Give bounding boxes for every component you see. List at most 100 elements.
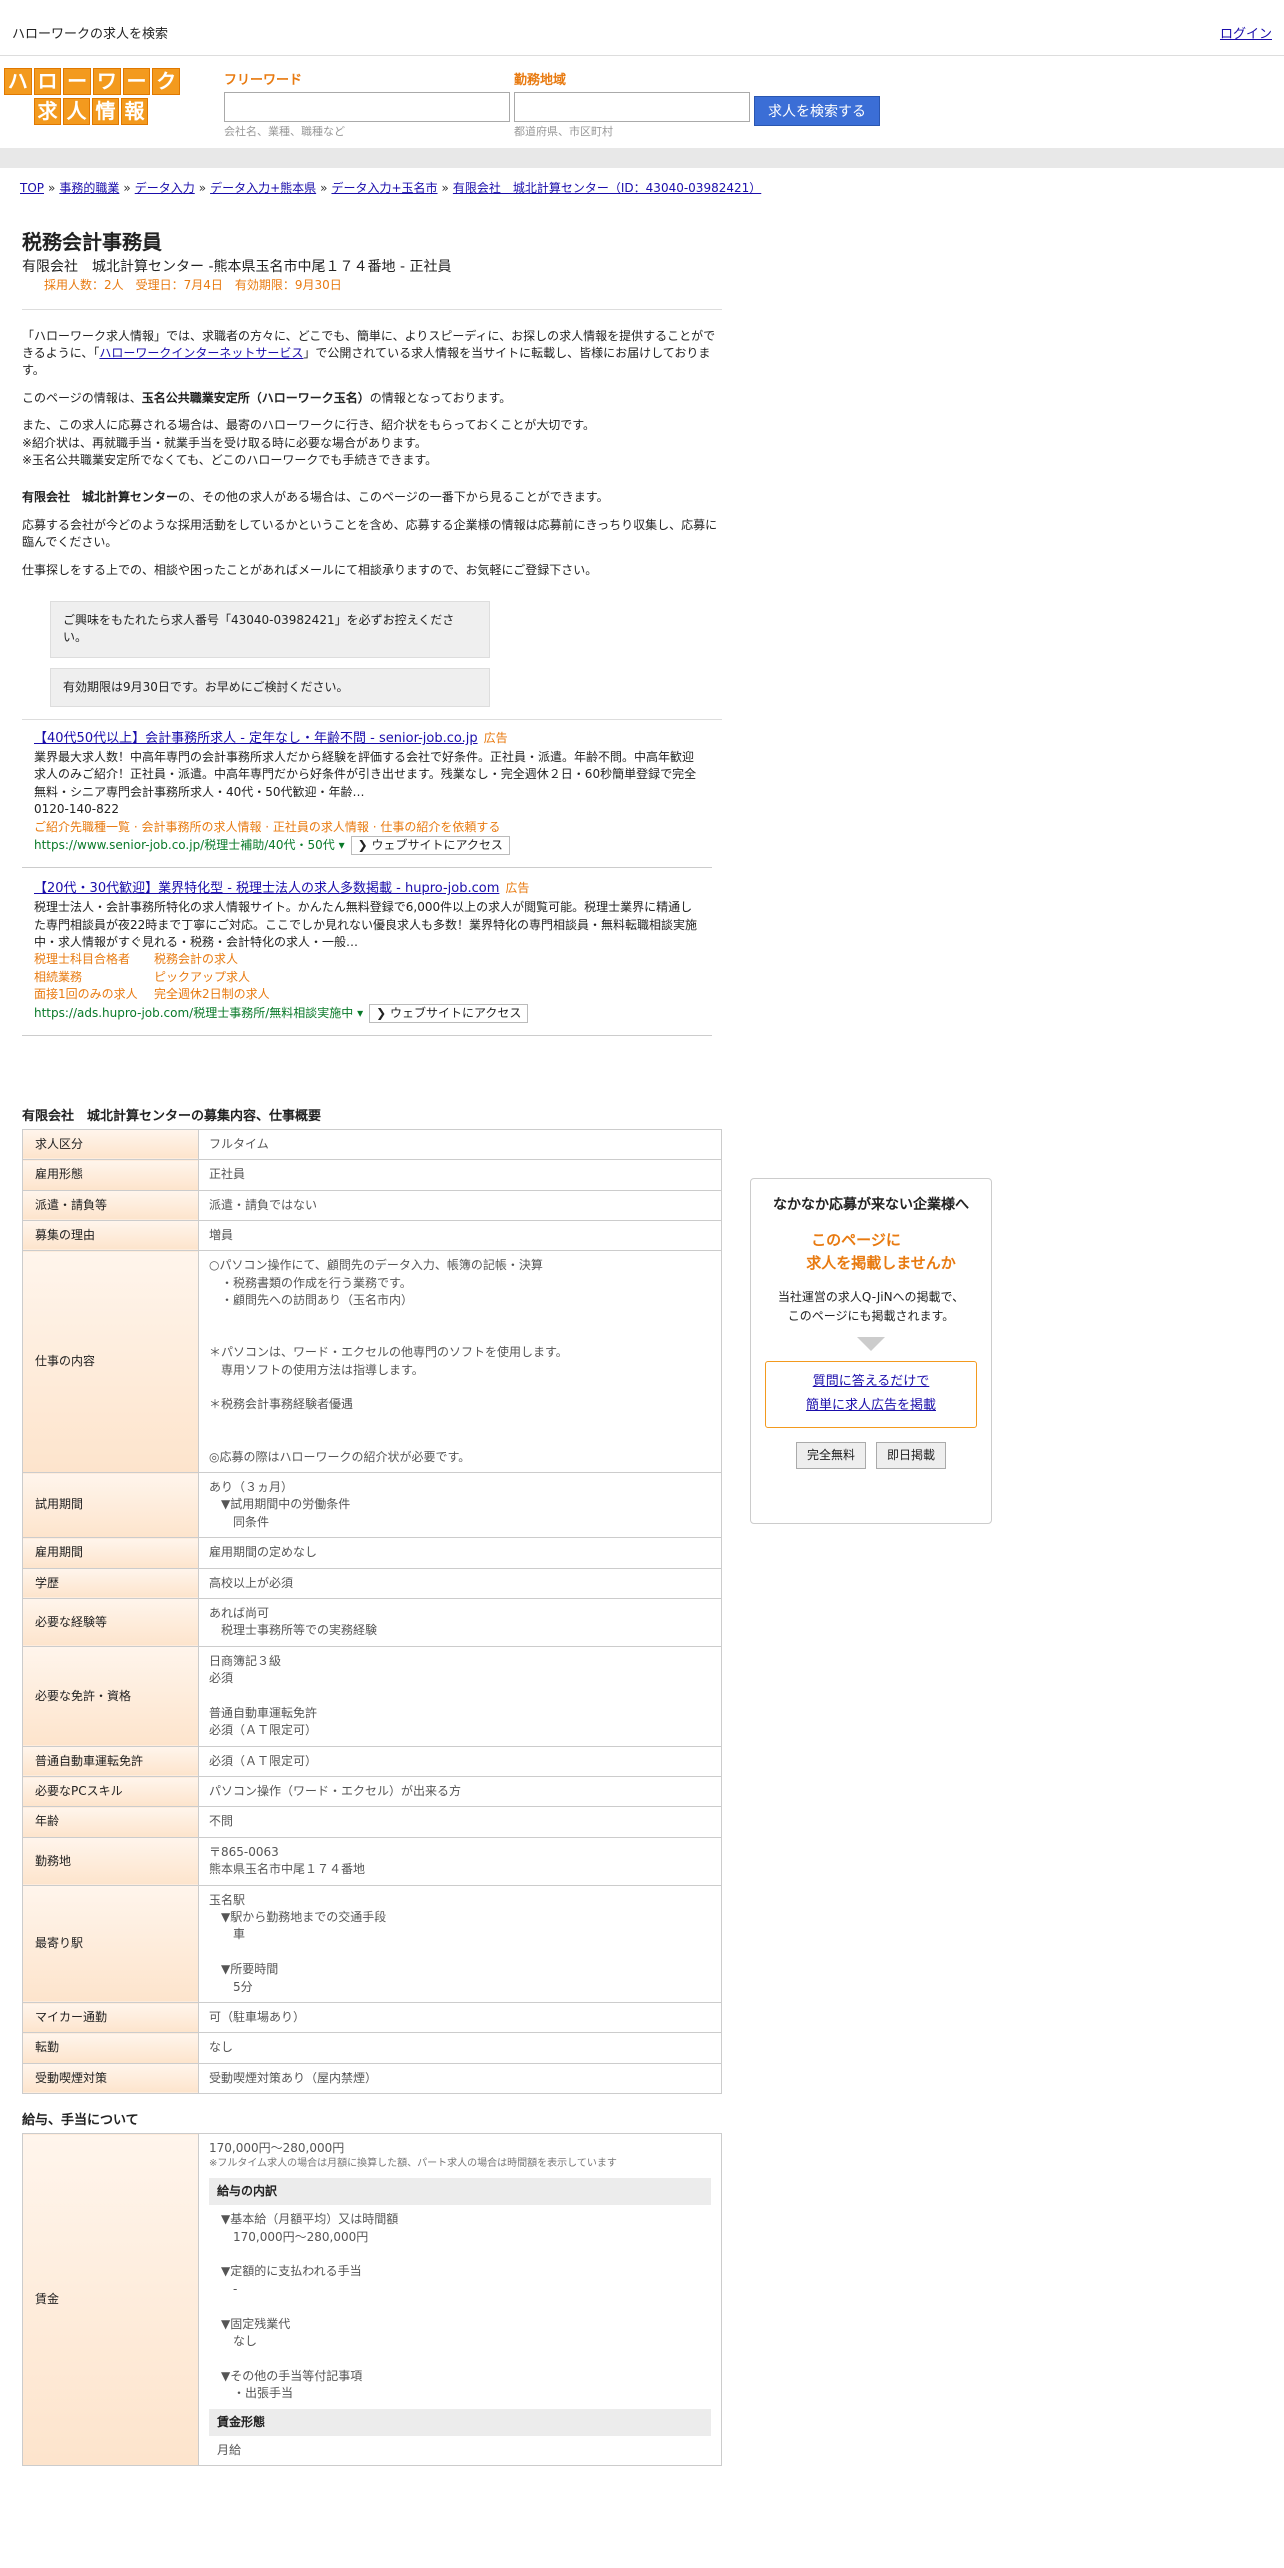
table-row: 試用期間 あり（３ヵ月） ▼試用期間中の労働条件 同条件 [22, 1472, 722, 1539]
table-row: 雇用形態 正社員 [22, 1159, 722, 1191]
row-value: 増員 [198, 1219, 722, 1252]
row-value: あれば尚可 税理士事務所等での実務経験 [198, 1597, 722, 1647]
login-link[interactable]: ログイン [1220, 26, 1272, 45]
row-value: 高校以上が必須 [198, 1567, 722, 1599]
logo-tile: ー [63, 68, 92, 95]
top-bar: ハローワークの求人を検索 ログイン [0, 0, 1284, 56]
row-label: 受動喫煙対策 [22, 2062, 199, 2095]
keyword-search: フリーワード 会社名、業種、職種など [224, 72, 510, 140]
ad-description: 税理士法人・会計事務所特化の求人情報サイト。かんたん無料登録で6,000件以上の… [34, 900, 698, 949]
logo-tile: ハ [4, 68, 32, 95]
table-row: 必要なPCスキル パソコン操作（ワード・エクセル）が出来る方 [22, 1776, 722, 1808]
row-label: 求人区分 [22, 1128, 199, 1161]
row-value: パソコン操作（ワード・エクセル）が出来る方 [198, 1776, 722, 1808]
breadcrumb-link[interactable]: データ入力+玉名市 [331, 181, 437, 195]
breadcrumb-link[interactable]: データ入力+熊本県 [210, 181, 316, 195]
divider-band [0, 148, 1284, 168]
details-section-title: 有限会社 城北計算センターの募集内容、仕事概要 [22, 1108, 322, 1124]
ad-title-link[interactable]: 【20代・30代歓迎】業界特化型 - 税理士法人の求人多数掲載 - hupro-… [34, 881, 499, 896]
row-label: 勤務地 [22, 1836, 199, 1886]
row-value: 日商簿記３級 必須 普通自動車運転免許 必須（ＡＴ限定可） [198, 1645, 722, 1747]
intro-paragraph: 「ハローワーク求人情報」では、求職者の方々に、どこでも、簡単に、よりスピーディに… [22, 328, 722, 380]
referral-text: また、この求人に応募される場合は、最寄のハローワークに行き、紹介状をもらっておく… [22, 418, 596, 433]
ad-sitelink[interactable]: 完全週休2日制の求人 [154, 986, 294, 1003]
logo-tile: ロ [33, 68, 62, 95]
row-value: 必須（ＡＴ限定可） [198, 1745, 722, 1778]
post-ad-link[interactable]: 簡単に求人広告を掲載 [806, 1398, 936, 1413]
ad-title-link[interactable]: 【40代50代以上】会計事務所求人 - 定年なし・年齢不問 - senior-j… [34, 731, 478, 746]
ad-description: 業界最大求人数！中高年専門の会計事務所求人だから経験を評価する会社で好条件。正社… [34, 750, 697, 799]
breadcrumb-link[interactable]: 有限会社 城北計算センター（ID：43040-03982421） [453, 181, 761, 195]
row-value: 派遣・請負ではない [198, 1189, 722, 1221]
logo-tile: 求 [34, 98, 61, 125]
logo-tile: 情 [92, 98, 119, 125]
sidebox-description: 当社運営の求人Q-JiNへの掲載で、 このページにも掲載されます。 [751, 1288, 991, 1326]
referral-text: ※玉名公共職業安定所でなくても、どこのハローワークでも手続きできます。 [22, 453, 438, 468]
catch-line: 求人を掲載しませんか [806, 1253, 956, 1272]
row-value: フルタイム [198, 1128, 722, 1161]
logo-tile: ワ [93, 68, 121, 95]
table-row: 必要な経験等 あれば尚可 税理士事務所等での実務経験 [22, 1597, 722, 1647]
consult-paragraph: 仕事探しをする上での、相談や困ったことがあればメールにて相談承りますので、お気軽… [22, 562, 598, 577]
ad-sitelink[interactable]: 税理士科目合格者 [34, 951, 154, 968]
row-label: 年齢 [22, 1806, 199, 1838]
row-value: 正社員 [198, 1159, 722, 1191]
job-subtitle: 有限会社 城北計算センター -熊本県玉名市中尾１７４番地 - 正社員 [22, 259, 452, 275]
hellowork-logo[interactable]: ハローワーク 求人情報 [4, 68, 181, 126]
ad-phone[interactable]: 0120-140-822 [34, 801, 700, 818]
keyword-input[interactable] [224, 92, 510, 122]
same-day-badge[interactable]: 即日掲載 [876, 1442, 947, 1470]
search-button[interactable]: 求人を検索する [754, 96, 880, 126]
table-row: 転勤 なし [22, 2032, 722, 2064]
row-label: 必要なPCスキル [22, 1776, 199, 1808]
row-label: 仕事の内容 [22, 1250, 199, 1474]
ad-sitelinks: 税理士科目合格者 税務会計の求人 相続業務 ピックアップ求人 面接1回のみの求人… [34, 951, 700, 1003]
pay-range: 170,000円〜280,000円 [209, 2141, 345, 2156]
row-label: 試用期間 [22, 1472, 199, 1539]
table-row: 仕事の内容 ○パソコン操作にて、顧問先のデータ入力、帳簿の記帳・決算 ・税務書類の… [22, 1250, 722, 1474]
job-details-table: 求人区分 フルタイム 雇用形態 正社員 派遣・請負等 派遣・請負ではない 募集の理由 増員 仕事… [22, 1128, 722, 2095]
logo-tile: ー [122, 68, 151, 95]
post-ad-link[interactable]: 質問に答えるだけで [813, 1374, 930, 1389]
ad-item: 【20代・30代歓迎】業界特化型 - 税理士法人の求人多数掲載 - hupro-… [22, 880, 712, 1036]
breadcrumb-separator: » [441, 181, 449, 195]
source-paragraph: このページの情報は、玉名公共職業安定所（ハローワーク玉名）の情報となっております… [22, 390, 722, 407]
source-text: このページの情報は、 [22, 390, 142, 405]
row-value: 170,000円〜280,000円 ※フルタイム求人の場合は月額に換算した額、パ… [198, 2133, 722, 2467]
row-label: 転勤 [22, 2032, 199, 2064]
breadcrumb-link[interactable]: データ入力 [135, 181, 195, 195]
ad-sublinks[interactable]: ご紹介先職種一覧 · 会計事務所の求人情報 · 正社員の求人情報 · 仕事の紹介… [34, 819, 700, 836]
company-name: 有限会社 城北計算センター [22, 490, 179, 505]
ad-sitelink[interactable]: 相続業務 [34, 969, 154, 986]
row-value: 雇用期間の定めなし [198, 1537, 722, 1569]
ad-url[interactable]: https://www.senior-job.co.jp/税理士補助/40代・5… [34, 838, 345, 852]
area-input[interactable] [514, 92, 750, 122]
logo-tile: ク [152, 68, 181, 95]
breadcrumb-link[interactable]: 事務的職業 [59, 181, 119, 195]
source-office: 玉名公共職業安定所（ハローワーク玉名） [141, 390, 370, 405]
referral-text: ※紹介状は、再就職手当・就業手当を受け取る時に必要な場合があります。 [22, 435, 427, 450]
table-row: 学歴 高校以上が必須 [22, 1567, 722, 1599]
ad-label: 広告 [505, 881, 530, 896]
visit-website-button[interactable]: ❯ ウェブサイトにアクセス [350, 835, 510, 856]
sidebox-catch: このページに 求人を掲載しませんか [751, 1229, 991, 1274]
referral-paragraph: また、この求人に応募される場合は、最寄のハローワークに行き、紹介状をもらっておく… [22, 417, 722, 469]
breadcrumb-link[interactable]: TOP [20, 181, 44, 195]
pay-form: 月給 [217, 2442, 242, 2457]
area-search: 勤務地域 都道府県、市区町村 [514, 72, 750, 140]
row-value: ○パソコン操作にて、顧問先のデータ入力、帳簿の記帳・決算 ・税務書類の作成を行う… [198, 1250, 722, 1474]
breadcrumb: TOP» 事務的職業» データ入力» データ入力+熊本県» データ入力+玉名市» 有限会社… [20, 180, 761, 197]
row-label: 募集の理由 [22, 1219, 199, 1252]
header: ハローワーク 求人情報 フリーワード 会社名、業種、職種など 勤務地域 都道府県… [0, 56, 1284, 148]
visit-website-button[interactable]: ❯ ウェブサイトにアクセス [369, 1003, 529, 1023]
hellowork-internet-link[interactable]: ハローワークインターネットサービス [99, 346, 303, 360]
sidebox-heading: なかなか応募が来ない企業様へ [773, 1197, 969, 1213]
ad-sitelink[interactable]: ピックアップ求人 [154, 969, 294, 986]
desc-line: 当社運営の求人Q-JiNへの掲載で、 [777, 1290, 965, 1305]
ad-sitelink[interactable]: 税務会計の求人 [154, 951, 294, 968]
pay-note: ※フルタイム求人の場合は月額に換算した額、パート求人の場合は時間額を表示していま… [209, 2158, 617, 2170]
row-value: 玉名駅 ▼駅から勤務地までの交通手段 車 ▼所要時間 5分 [198, 1884, 722, 2004]
ad-sitelink[interactable]: 面接1回のみの求人 [34, 986, 154, 1003]
ad-url[interactable]: https://ads.hupro-job.com/税理士事務所/無料相談実施中… [34, 1006, 363, 1020]
free-badge[interactable]: 完全無料 [795, 1442, 866, 1470]
